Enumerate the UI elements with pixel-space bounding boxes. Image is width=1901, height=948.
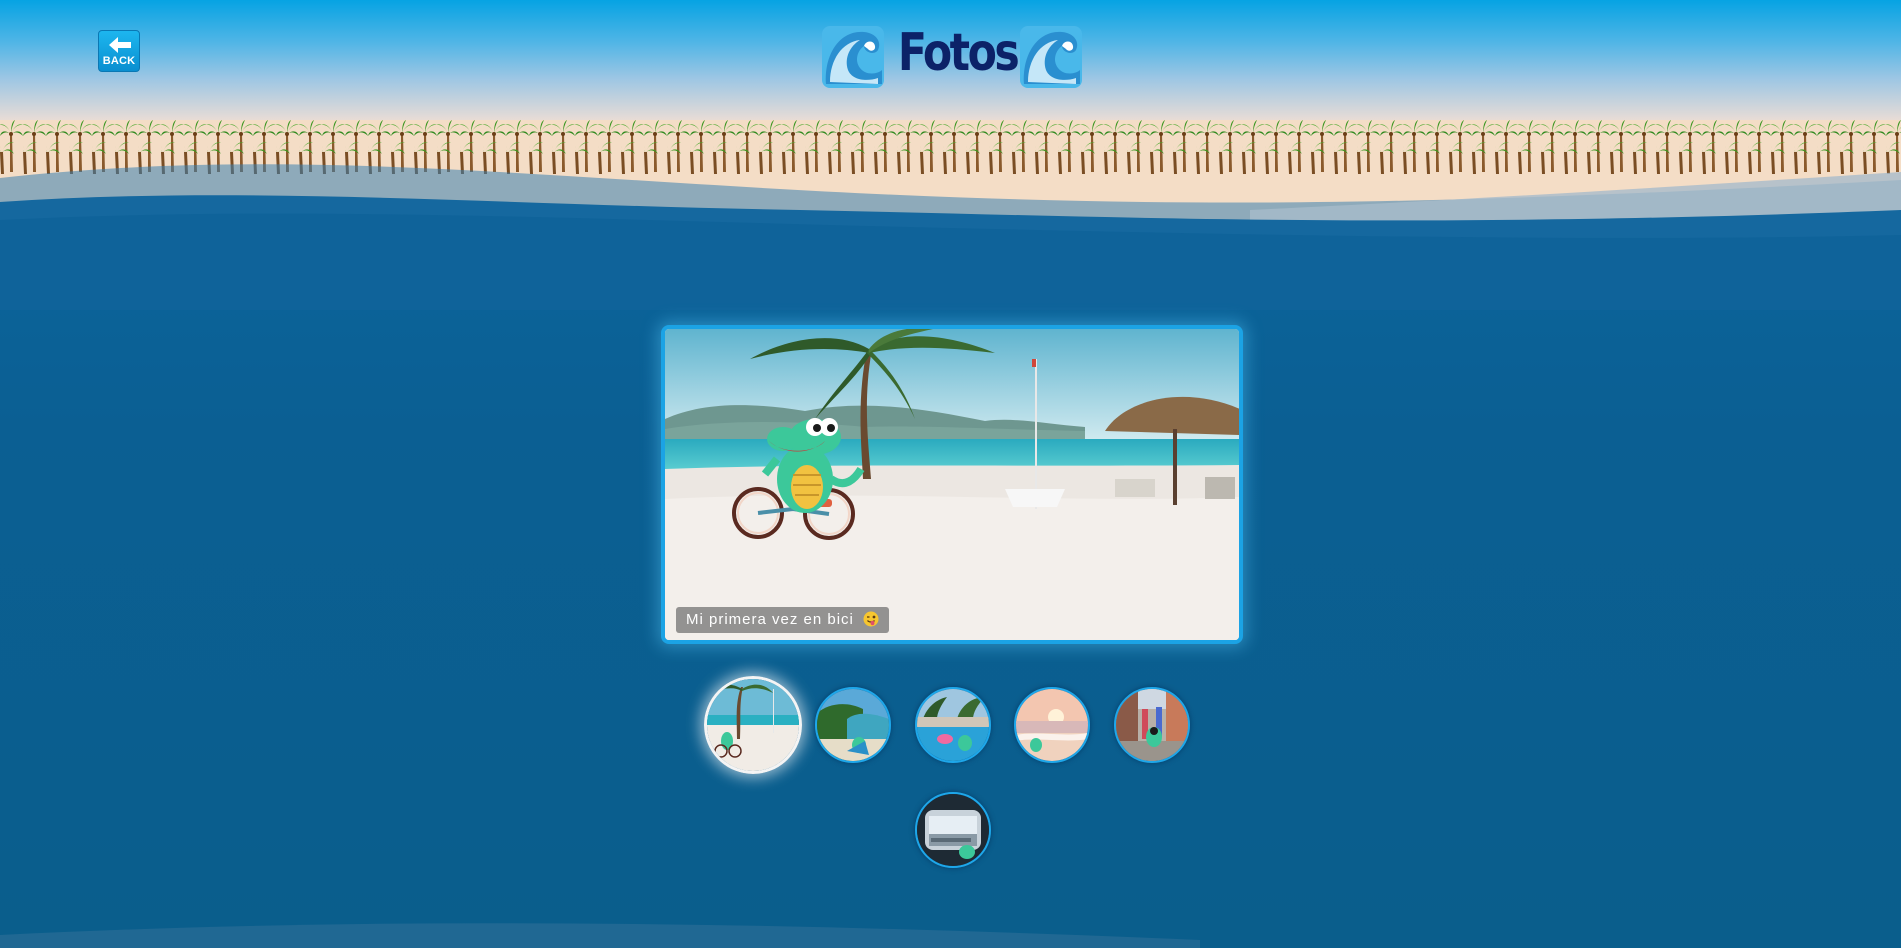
thumbnail-airplane-window-image — [917, 794, 989, 866]
thumbnail-jungle-beach-image — [817, 689, 889, 761]
photo-caption: Mi primera vez en bici — [676, 607, 890, 633]
main-photo — [665, 329, 1239, 640]
thumbnail-5[interactable] — [1114, 687, 1190, 763]
thumbnail-1[interactable] — [704, 676, 802, 774]
thumbnail-beach-bike-image — [707, 679, 799, 771]
thumbnail-6[interactable] — [915, 792, 991, 868]
ocean-waves — [0, 164, 1901, 310]
thumbnail-city-street-image — [1116, 689, 1188, 761]
back-button[interactable]: BACK — [98, 30, 140, 72]
thumbnail-hotel-pool-image — [917, 689, 989, 761]
ocean-wave-icon — [1020, 26, 1082, 88]
bottom-wave — [0, 923, 1200, 948]
thumbnail-3[interactable] — [915, 687, 991, 763]
photo-viewer[interactable]: Mi primera vez en bici — [661, 325, 1243, 644]
thumbnail-sunset-shore-image — [1016, 689, 1088, 761]
arrow-left-icon — [109, 37, 131, 53]
page-title: Fotos — [897, 23, 1020, 83]
winking-tongue-emoji-icon — [863, 611, 879, 627]
caption-text: Mi primera vez en bici — [686, 611, 854, 628]
thumbnail-2[interactable] — [815, 687, 891, 763]
thumbnail-4[interactable] — [1014, 687, 1090, 763]
page-header: Fotos — [820, 22, 1084, 92]
back-label: BACK — [102, 55, 136, 67]
ocean-wave-icon — [822, 26, 884, 88]
